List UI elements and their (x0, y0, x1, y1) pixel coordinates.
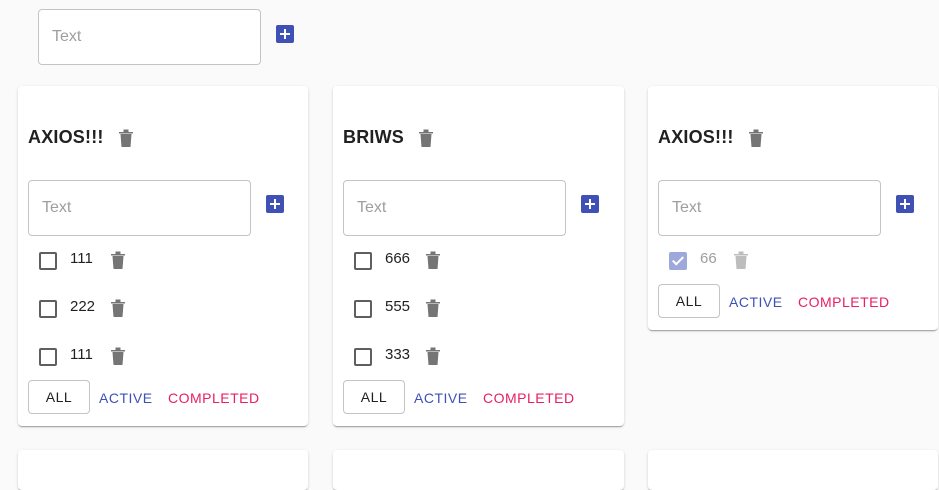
card-title: AXIOS!!! (658, 127, 734, 147)
new-list-input[interactable] (52, 10, 247, 64)
filter-active-button[interactable]: ACTIVE (99, 390, 153, 406)
filter-all-button[interactable]: ALL (28, 380, 90, 414)
add-task-button[interactable] (896, 195, 914, 213)
filter-completed-button[interactable]: COMPLETED (483, 390, 575, 406)
delete-task-icon[interactable] (425, 250, 441, 270)
task-checkbox[interactable] (39, 348, 57, 366)
task-text: 555 (385, 298, 411, 315)
add-task-input[interactable] (672, 181, 867, 235)
task-checkbox[interactable] (354, 348, 372, 366)
task-checkbox[interactable] (39, 300, 57, 318)
task-row: 66 (648, 246, 848, 276)
card-title: BRIWS (343, 127, 404, 147)
task-row: 555 (333, 294, 533, 324)
filter-completed-button[interactable]: COMPLETED (798, 294, 890, 310)
task-row: 333 (333, 342, 533, 372)
delete-list-icon[interactable] (418, 128, 434, 148)
filter-active-button[interactable]: ACTIVE (729, 294, 783, 310)
card-title: AXIOS!!! (28, 127, 104, 147)
delete-task-icon[interactable] (733, 250, 749, 270)
add-task-input[interactable] (42, 181, 237, 235)
task-checkbox-checked[interactable] (669, 252, 687, 270)
add-task-button[interactable] (266, 195, 284, 213)
add-task-input[interactable] (357, 181, 552, 235)
task-checkbox[interactable] (39, 252, 57, 270)
task-row: 666 (333, 246, 533, 276)
delete-task-icon[interactable] (425, 346, 441, 366)
todolist-card: BRIWS 666 555 333 ALL ACTIVE COMPLETED (333, 86, 624, 426)
task-row: 222 (18, 294, 218, 324)
task-row: 111 (18, 342, 218, 372)
todolist-card: AXIOS!!! 111 222 111 ALL ACTIVE COMPLETE… (18, 86, 308, 426)
task-row: 111 (18, 246, 218, 276)
add-list-button[interactable] (276, 25, 294, 43)
delete-task-icon[interactable] (110, 250, 126, 270)
task-text: 333 (385, 346, 411, 363)
filter-active-button[interactable]: ACTIVE (414, 390, 468, 406)
delete-task-icon[interactable] (425, 298, 441, 318)
add-task-field[interactable] (28, 180, 251, 236)
filter-all-button[interactable]: ALL (343, 380, 405, 414)
todolist-card-partial (333, 450, 624, 490)
todolist-card-partial (648, 450, 938, 490)
todolist-card-partial (18, 450, 308, 490)
add-task-button[interactable] (581, 195, 599, 213)
delete-list-icon[interactable] (748, 128, 764, 148)
delete-list-icon[interactable] (118, 128, 134, 148)
task-text: 111 (70, 346, 93, 363)
delete-task-icon[interactable] (110, 346, 126, 366)
filter-all-button[interactable]: ALL (658, 284, 720, 318)
add-task-field[interactable] (658, 180, 881, 236)
add-task-field[interactable] (343, 180, 566, 236)
delete-task-icon[interactable] (110, 298, 126, 318)
task-text: 66 (700, 250, 717, 267)
task-text: 111 (70, 250, 93, 267)
todolist-card: AXIOS!!! 66 ALL ACTIVE COMPLETED (648, 86, 938, 330)
new-list-field[interactable] (38, 9, 261, 65)
task-checkbox[interactable] (354, 252, 372, 270)
task-checkbox[interactable] (354, 300, 372, 318)
task-text: 666 (385, 250, 411, 267)
task-text: 222 (70, 298, 96, 315)
filter-completed-button[interactable]: COMPLETED (168, 390, 260, 406)
